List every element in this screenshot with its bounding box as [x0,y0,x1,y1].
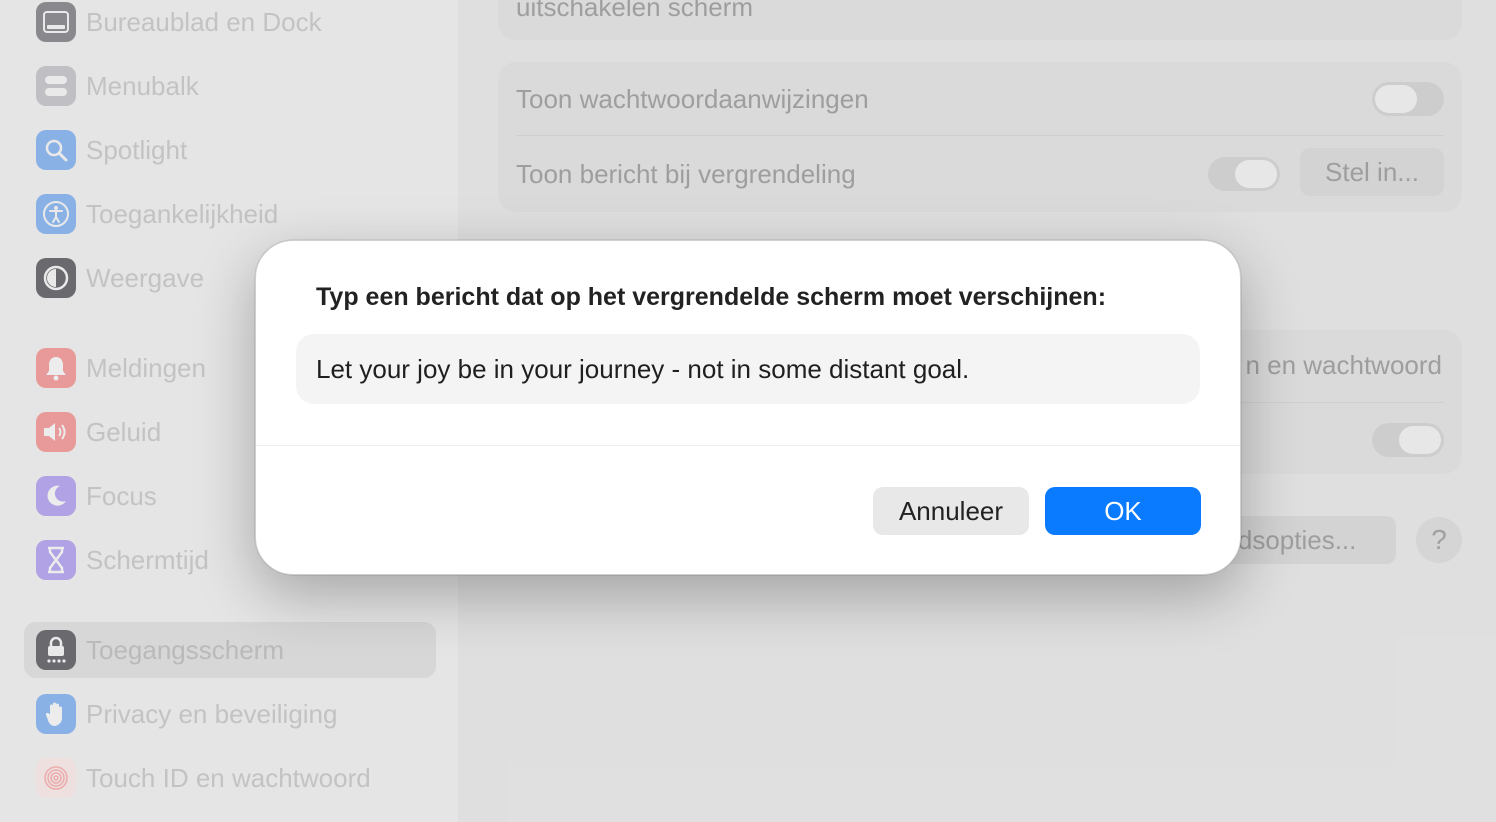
dialog-separator [256,445,1240,446]
dialog-title: Typ een bericht dat op het vergrendelde … [316,283,1107,311]
ok-button[interactable]: OK [1045,487,1201,535]
lock-message-input[interactable] [296,334,1200,404]
cancel-button[interactable]: Annuleer [873,487,1029,535]
lock-message-dialog: Typ een bericht dat op het vergrendelde … [255,240,1241,575]
